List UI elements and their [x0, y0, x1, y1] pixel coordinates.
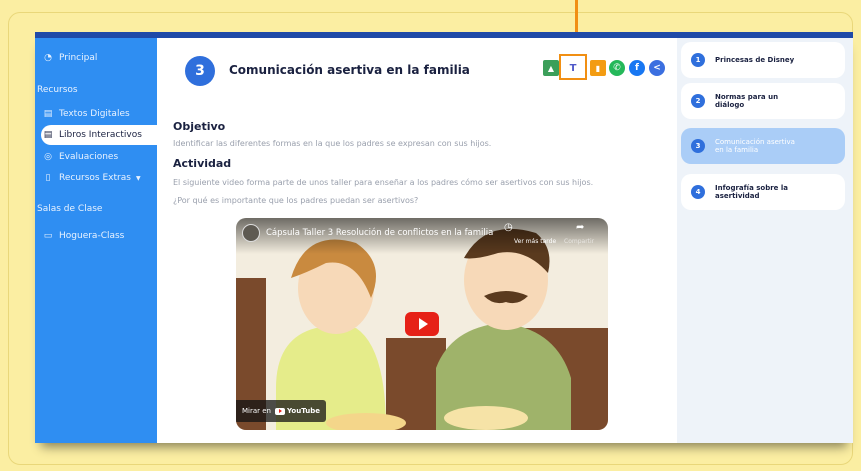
share-icon[interactable]: < — [649, 60, 665, 76]
share-arrow-icon[interactable]: ➦ — [576, 222, 584, 233]
sidebar-item-label: Hoguera-Class — [59, 231, 125, 241]
sidebar-section-recursos: Recursos — [37, 85, 78, 95]
sidebar-item-principal[interactable]: ◔ Principal — [35, 48, 157, 68]
activity-question: ¿Por qué es importante que los padres pu… — [173, 196, 419, 205]
google-classroom-icon[interactable]: ▲ — [543, 60, 559, 76]
lesson-item-1[interactable]: 1 Princesas de Disney — [681, 42, 845, 78]
dashboard-icon: ◔ — [44, 53, 52, 63]
lesson-item-label: Comunicación asertiva en la familia — [715, 137, 795, 154]
check-circle-icon: ◎ — [44, 152, 52, 162]
lesson-item-number: 4 — [691, 185, 705, 199]
book-icon: ▤ — [43, 109, 53, 119]
watch-on-youtube-button[interactable]: Mirar en YouTube — [236, 400, 326, 422]
activity-text: El siguiente video forma parte de unos t… — [173, 178, 594, 187]
watch-later-label[interactable]: Ver más tarde — [514, 238, 556, 245]
bar-chart-icon[interactable]: ▮ — [590, 60, 606, 76]
video-player[interactable]: Cápsula Taller 3 Resolución de conflicto… — [236, 218, 608, 430]
clock-icon[interactable]: ◷ — [504, 222, 513, 233]
objective-text: Identificar las diferentes formas en la … — [173, 139, 492, 148]
sidebar: ◔ Principal Recursos ▤ Textos Digitales … — [35, 38, 157, 443]
play-icon — [418, 318, 428, 330]
teams-highlight-box — [559, 54, 587, 80]
channel-avatar[interactable] — [242, 224, 260, 242]
youtube-brand-label: YouTube — [287, 407, 320, 415]
sidebar-item-recursos-extras[interactable]: ▯ Recursos Extras ▼ — [35, 168, 157, 188]
page-title: Comunicación asertiva en la familia — [229, 63, 470, 77]
watch-on-label: Mirar en — [242, 407, 271, 415]
file-icon: ▯ — [45, 173, 51, 183]
lesson-list-panel: 1 Princesas de Disney 2 Normas para un d… — [677, 38, 853, 443]
lesson-item-label: Infografía sobre la asertividad — [715, 183, 788, 200]
lesson-item-label: Princesas de Disney — [715, 55, 795, 64]
chevron-down-icon: ▼ — [135, 174, 141, 182]
lesson-item-number: 3 — [691, 139, 705, 153]
sidebar-item-libros-interactivos[interactable]: ▤ Libros Interactivos — [41, 125, 157, 145]
sidebar-item-evaluaciones[interactable]: ◎ Evaluaciones — [35, 147, 157, 167]
lesson-item-3[interactable]: 3 Comunicación asertiva en la familia — [681, 128, 845, 164]
book-icon: ▤ — [43, 130, 53, 140]
app-window: ◔ Principal Recursos ▤ Textos Digitales … — [35, 32, 853, 443]
sidebar-item-label: Principal — [59, 53, 98, 63]
video-share-label[interactable]: Compartir — [564, 238, 594, 245]
whatsapp-icon[interactable]: ✆ — [609, 60, 625, 76]
lesson-item-2[interactable]: 2 Normas para un diálogo — [681, 83, 845, 119]
sidebar-item-hoguera-class[interactable]: ▭ Hoguera-Class — [35, 226, 157, 246]
lesson-number-badge: 3 — [185, 56, 215, 86]
facebook-icon[interactable]: f — [629, 60, 645, 76]
youtube-logo: YouTube — [275, 407, 320, 415]
lesson-item-4[interactable]: 4 Infografía sobre la asertividad — [681, 174, 845, 210]
main-content: 3 Comunicación asertiva en la familia ▲ … — [157, 38, 677, 443]
youtube-play-icon — [275, 407, 285, 415]
sidebar-item-label: Textos Digitales — [59, 109, 130, 119]
activity-heading: Actividad — [173, 157, 232, 170]
monitor-icon: ▭ — [43, 231, 53, 241]
objective-heading: Objetivo — [173, 120, 226, 133]
video-title[interactable]: Cápsula Taller 3 Resolución de conflicto… — [266, 228, 493, 238]
play-button[interactable] — [405, 312, 439, 336]
sidebar-item-label: Recursos Extras — [59, 173, 131, 183]
lesson-item-number: 1 — [691, 53, 705, 67]
sidebar-item-label: Evaluaciones — [59, 152, 119, 162]
sidebar-section-salas: Salas de Clase — [37, 204, 103, 214]
sidebar-item-label: Libros Interactivos — [59, 130, 142, 140]
sidebar-item-textos-digitales[interactable]: ▤ Textos Digitales — [35, 104, 157, 124]
lesson-item-number: 2 — [691, 94, 705, 108]
lesson-item-label: Normas para un diálogo — [715, 92, 779, 109]
